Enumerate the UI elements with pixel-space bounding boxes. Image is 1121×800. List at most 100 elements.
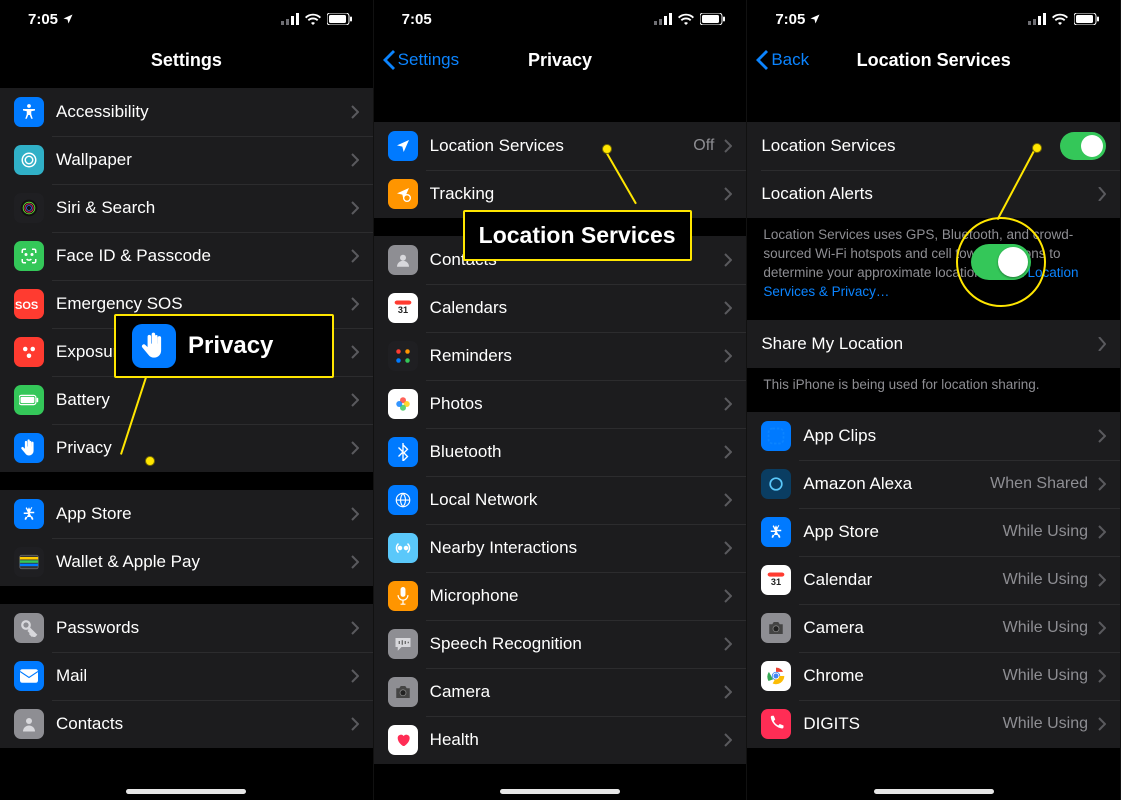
row-app-store[interactable]: App StoreWhile Using (747, 508, 1120, 556)
status-bar: 7:05 (0, 0, 373, 38)
page-title: Location Services (857, 50, 1011, 71)
callout-dot (602, 144, 612, 154)
appstore-icon (761, 517, 791, 547)
row-mail[interactable]: Mail (0, 652, 373, 700)
row-passwords[interactable]: Passwords (0, 604, 373, 652)
appstore-icon (14, 499, 44, 529)
home-indicator[interactable] (126, 789, 246, 794)
calendar-icon: 31 (761, 565, 791, 595)
key-icon (14, 613, 44, 643)
screen-privacy: 7:05 Settings Privacy Location ServicesO… (374, 0, 748, 800)
row-accessibility[interactable]: Accessibility (0, 88, 373, 136)
reminders-icon (388, 341, 418, 371)
wallpaper-icon (14, 145, 44, 175)
row-camera[interactable]: Camera (374, 668, 747, 716)
chevron-right-icon (724, 187, 732, 201)
row-value: While Using (1003, 619, 1088, 637)
row-label: Calendars (430, 298, 721, 318)
nav-bar: Settings Privacy (374, 38, 747, 82)
home-indicator[interactable] (500, 789, 620, 794)
row-label: Bluetooth (430, 442, 721, 462)
row-label: Photos (430, 394, 721, 414)
status-time: 7:05 (28, 11, 58, 28)
home-indicator[interactable] (874, 789, 994, 794)
privacy-group-2: Contacts31CalendarsRemindersPhotosBlueto… (374, 236, 747, 764)
chevron-right-icon (724, 589, 732, 603)
chevron-right-icon (1098, 717, 1106, 731)
chevron-right-icon (351, 153, 359, 167)
chevron-right-icon (351, 555, 359, 569)
chevron-right-icon (351, 393, 359, 407)
row-reminders[interactable]: Reminders (374, 332, 747, 380)
ls-apps-group: App ClipsAmazon AlexaWhen SharedApp Stor… (747, 412, 1120, 748)
ls-group-1: Location Services Location Alerts (747, 122, 1120, 218)
row-calendars[interactable]: 31Calendars (374, 284, 747, 332)
back-button[interactable]: Settings (382, 38, 459, 82)
chevron-right-icon (1098, 573, 1106, 587)
chevron-right-icon (351, 507, 359, 521)
row-nearby-interactions[interactable]: Nearby Interactions (374, 524, 747, 572)
row-label: Wallpaper (56, 150, 347, 170)
screen-settings: 7:05 Settings AccessibilityWallpaperSiri… (0, 0, 374, 800)
chevron-right-icon (351, 441, 359, 455)
row-location-alerts[interactable]: Location Alerts (747, 170, 1120, 218)
row-health[interactable]: Health (374, 716, 747, 764)
row-label: Emergency SOS (56, 294, 347, 314)
cellular-icon (1028, 13, 1046, 25)
row-wallet-apple-pay[interactable]: Wallet & Apple Pay (0, 538, 373, 586)
row-chrome[interactable]: ChromeWhile Using (747, 652, 1120, 700)
row-microphone[interactable]: Microphone (374, 572, 747, 620)
wifi-icon (1052, 13, 1068, 25)
toggle-on-icon (971, 244, 1031, 280)
row-local-network[interactable]: Local Network (374, 476, 747, 524)
chevron-right-icon (351, 201, 359, 215)
row-bluetooth[interactable]: Bluetooth (374, 428, 747, 476)
row-battery[interactable]: Battery (0, 376, 373, 424)
photos-icon (388, 389, 418, 419)
camera-icon (388, 677, 418, 707)
row-location-services-toggle[interactable]: Location Services (747, 122, 1120, 170)
svg-text:SOS: SOS (15, 300, 38, 312)
chevron-right-icon (1098, 337, 1106, 351)
chevron-right-icon (351, 105, 359, 119)
row-contacts[interactable]: Contacts (0, 700, 373, 748)
chevron-right-icon (1098, 621, 1106, 635)
row-label: Share My Location (761, 334, 1094, 354)
row-app-store[interactable]: App Store (0, 490, 373, 538)
row-face-id-passcode[interactable]: Face ID & Passcode (0, 232, 373, 280)
row-speech-recognition[interactable]: Speech Recognition (374, 620, 747, 668)
footer-text-1: Location Services uses GPS, Bluetooth, a… (747, 218, 1120, 302)
row-label: Calendar (803, 570, 1002, 590)
toggle-on[interactable] (1060, 132, 1106, 160)
row-location-services[interactable]: Location ServicesOff (374, 122, 747, 170)
row-label: Location Services (430, 136, 694, 156)
row-share-my-location[interactable]: Share My Location (747, 320, 1120, 368)
row-amazon-alexa[interactable]: Amazon AlexaWhen Shared (747, 460, 1120, 508)
row-label: Mail (56, 666, 347, 686)
row-photos[interactable]: Photos (374, 380, 747, 428)
row-label: Nearby Interactions (430, 538, 721, 558)
row-label: Reminders (430, 346, 721, 366)
row-digits[interactable]: DIGITSWhile Using (747, 700, 1120, 748)
chevron-right-icon (724, 397, 732, 411)
row-app-clips[interactable]: App Clips (747, 412, 1120, 460)
chevron-right-icon (1098, 669, 1106, 683)
location-arrow-icon (809, 13, 821, 25)
chevron-right-icon (1098, 525, 1106, 539)
row-label: Battery (56, 390, 347, 410)
back-button[interactable]: Back (755, 38, 809, 82)
callout-label: Privacy (188, 332, 273, 360)
speech-icon (388, 629, 418, 659)
row-privacy[interactable]: Privacy (0, 424, 373, 472)
row-camera[interactable]: CameraWhile Using (747, 604, 1120, 652)
alexa-icon (761, 469, 791, 499)
battery-icon (327, 13, 353, 25)
row-siri-search[interactable]: Siri & Search (0, 184, 373, 232)
row-wallpaper[interactable]: Wallpaper (0, 136, 373, 184)
bluetooth-icon (388, 437, 418, 467)
row-label: Face ID & Passcode (56, 246, 347, 266)
row-label: Privacy (56, 438, 347, 458)
row-calendar[interactable]: 31CalendarWhile Using (747, 556, 1120, 604)
chevron-right-icon (724, 445, 732, 459)
chevron-right-icon (724, 685, 732, 699)
